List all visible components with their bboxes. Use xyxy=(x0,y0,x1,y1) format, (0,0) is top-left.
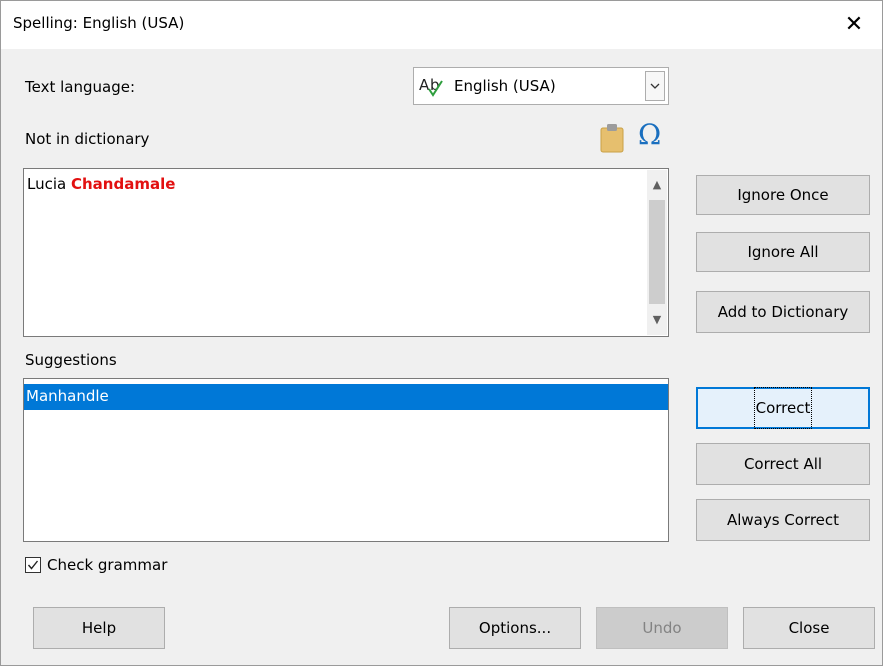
scroll-down-icon[interactable]: ▼ xyxy=(647,307,667,333)
add-to-dictionary-label: Add to Dictionary xyxy=(717,303,849,321)
check-grammar-checkbox[interactable] xyxy=(25,557,41,573)
chevron-down-icon[interactable] xyxy=(645,71,665,101)
always-correct-button[interactable]: Always Correct xyxy=(696,499,870,541)
correct-label: Correct xyxy=(753,387,813,429)
correct-all-button[interactable]: Correct All xyxy=(696,443,870,485)
suggestions-label: Suggestions xyxy=(25,351,117,369)
correct-all-label: Correct All xyxy=(743,455,823,473)
misspelled-word[interactable]: Chandamale xyxy=(71,175,175,193)
spelling-dialog: Spelling: English (USA) ✕ Text language:… xyxy=(0,0,883,666)
ignore-once-button[interactable]: Ignore Once xyxy=(696,175,870,215)
window-title: Spelling: English (USA) xyxy=(13,14,185,32)
special-character-omega-icon[interactable]: Ω xyxy=(638,118,661,152)
options-button[interactable]: Options... xyxy=(449,607,581,649)
selected-language: English (USA) xyxy=(454,77,556,95)
paste-icon[interactable] xyxy=(599,123,625,153)
suggestions-list[interactable]: Manhandle xyxy=(23,378,669,542)
text-language-dropdown[interactable]: A b English (USA) xyxy=(413,67,669,105)
svg-text:A: A xyxy=(419,76,430,94)
checkmark-icon xyxy=(27,560,39,570)
not-in-dictionary-textbox[interactable]: Lucia Chandamale ▲ ▼ xyxy=(23,168,669,337)
ignore-once-label: Ignore Once xyxy=(737,186,829,204)
correct-button[interactable]: Correct xyxy=(696,387,870,429)
title-bar: Spelling: English (USA) ✕ xyxy=(1,1,882,49)
undo-label: Undo xyxy=(642,619,682,637)
suggestion-item[interactable]: Manhandle xyxy=(24,384,668,410)
vertical-scrollbar[interactable]: ▲ ▼ xyxy=(647,170,667,335)
ignore-all-label: Ignore All xyxy=(747,243,819,261)
spellcheck-abc-icon: A b xyxy=(419,76,443,97)
check-grammar-label[interactable]: Check grammar xyxy=(47,556,167,574)
scroll-thumb[interactable] xyxy=(649,200,665,304)
text-language-label: Text language: xyxy=(25,78,135,96)
close-button[interactable]: Close xyxy=(743,607,875,649)
close-label: Close xyxy=(788,619,830,637)
close-icon[interactable]: ✕ xyxy=(838,9,870,41)
sentence-text: Lucia Chandamale xyxy=(27,175,175,193)
text-before: Lucia xyxy=(27,175,71,193)
scroll-up-icon[interactable]: ▲ xyxy=(647,172,667,198)
help-button[interactable]: Help xyxy=(33,607,165,649)
add-to-dictionary-button[interactable]: Add to Dictionary xyxy=(696,291,870,333)
help-label: Help xyxy=(81,619,117,637)
ignore-all-button[interactable]: Ignore All xyxy=(696,232,870,272)
options-label: Options... xyxy=(478,619,552,637)
undo-button[interactable]: Undo xyxy=(596,607,728,649)
always-correct-label: Always Correct xyxy=(726,511,840,529)
not-in-dictionary-label: Not in dictionary xyxy=(25,130,150,148)
suggestion-text: Manhandle xyxy=(26,387,109,405)
